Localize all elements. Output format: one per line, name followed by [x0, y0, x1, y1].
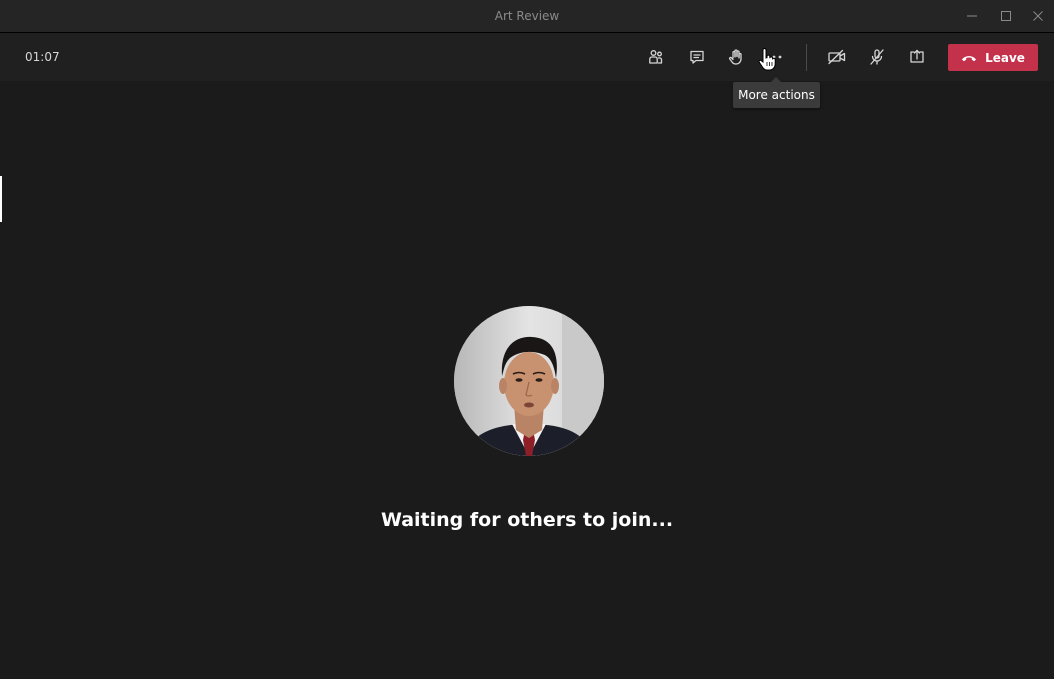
chat-button[interactable] — [683, 43, 711, 71]
maximize-icon — [1001, 11, 1011, 21]
meeting-toolbar: 01:07 Leave — [0, 33, 1054, 81]
window-title: Art Review — [494, 9, 560, 23]
chat-icon — [690, 50, 704, 64]
minimize-button[interactable] — [956, 0, 988, 32]
phone-hangup-icon — [962, 55, 977, 61]
minimize-icon — [967, 15, 977, 17]
close-window-button[interactable] — [1022, 0, 1054, 32]
toolbar-divider — [806, 44, 807, 71]
share-screen-button[interactable] — [903, 43, 931, 71]
title-bar: Art Review — [0, 0, 1054, 33]
raise-hand-button[interactable] — [722, 43, 750, 71]
camera-off-icon — [828, 49, 846, 65]
meeting-window: Art Review 01:07 Leave More actions Wait… — [0, 0, 1054, 679]
more-actions-tooltip: More actions — [733, 77, 820, 108]
mic-toggle-button[interactable] — [863, 43, 891, 71]
leave-label: Leave — [985, 50, 1025, 65]
participants-button[interactable] — [642, 43, 670, 71]
camera-toggle-button[interactable] — [823, 43, 851, 71]
leave-button[interactable]: Leave — [948, 44, 1038, 71]
window-edge-highlight — [0, 176, 2, 222]
participant-avatar — [454, 306, 604, 456]
mic-off-icon — [870, 49, 884, 65]
raise-hand-icon — [728, 49, 742, 65]
maximize-button[interactable] — [990, 0, 1022, 32]
call-timer: 01:07 — [25, 50, 60, 64]
waiting-status: Waiting for others to join... — [380, 509, 674, 531]
participants-icon — [649, 50, 663, 64]
share-screen-icon — [910, 49, 924, 63]
close-icon — [1033, 11, 1043, 21]
hand-cursor-icon — [758, 48, 776, 76]
